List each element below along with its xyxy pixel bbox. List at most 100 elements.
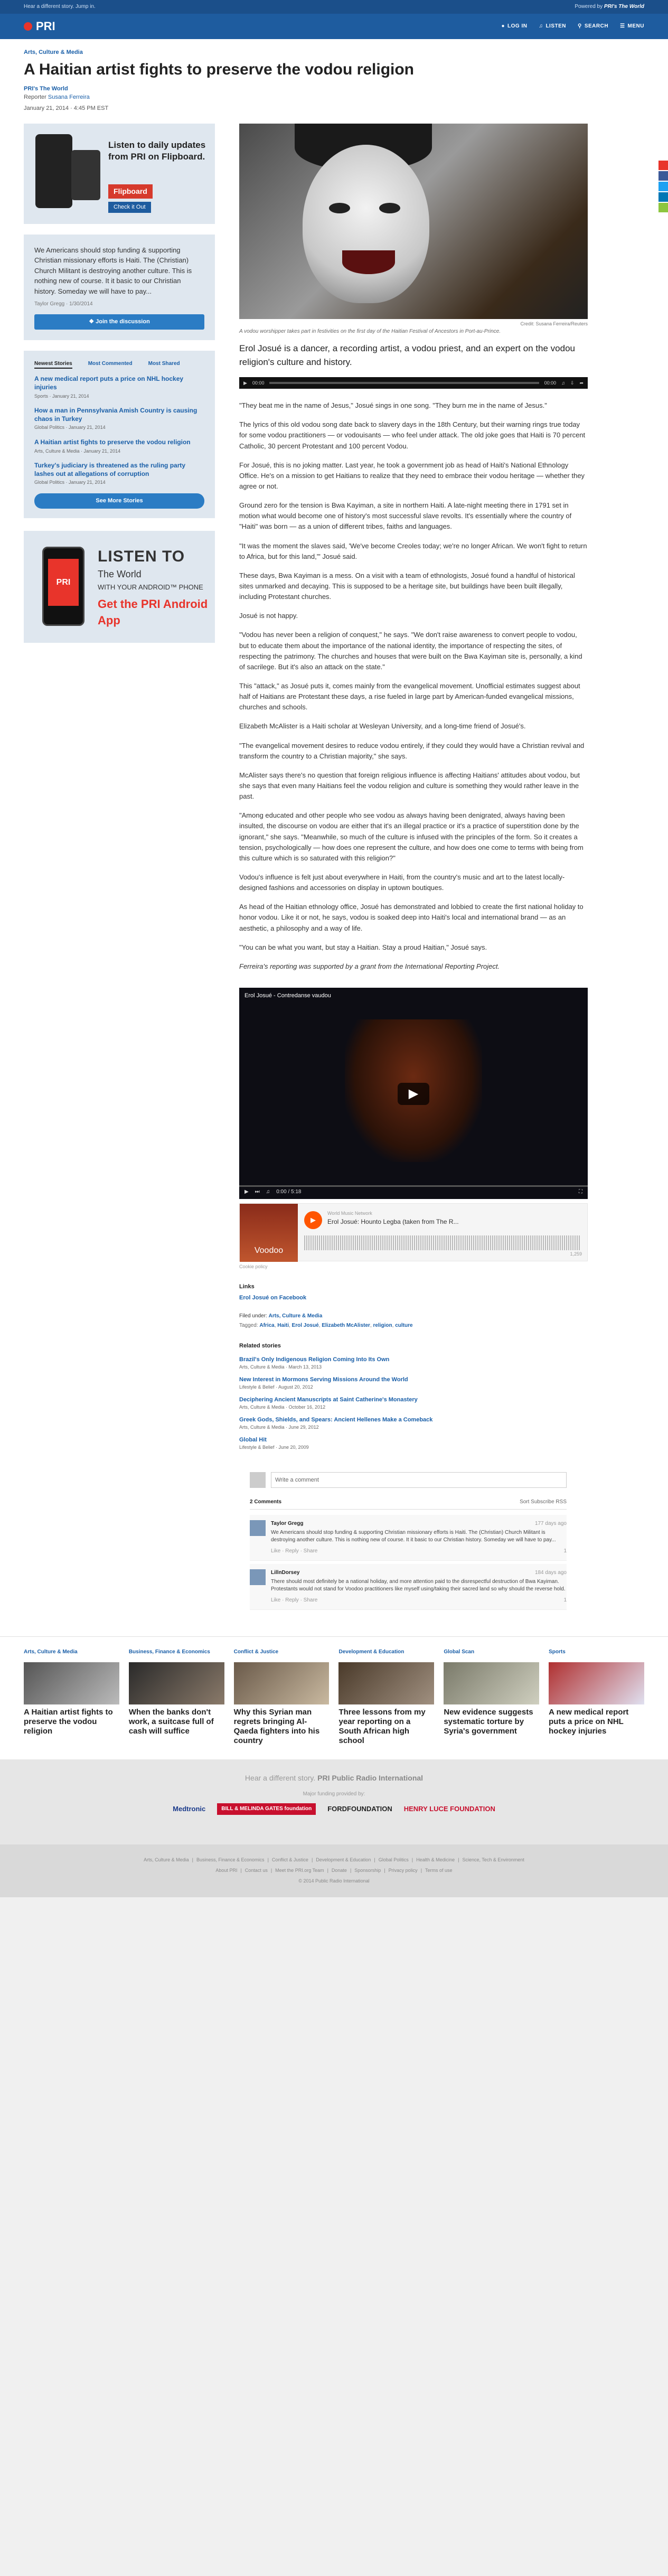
menu-button[interactable]: ☰ MENU [620, 23, 644, 30]
list-item[interactable]: Global Hit Lifestyle & Belief · June 20, … [239, 1436, 588, 1451]
related-title[interactable]: Global Hit [239, 1436, 588, 1444]
rail-card[interactable]: Sports A new medical report puts a price … [549, 1648, 644, 1746]
footer-logo[interactable]: PRI Public Radio International [317, 1774, 423, 1782]
rail-label[interactable]: Arts, Culture & Media [24, 1648, 119, 1662]
rail-label[interactable]: Sports [549, 1648, 644, 1662]
video-title[interactable]: Erol Josué - Contredanse vaudou [244, 992, 331, 1000]
rail-title[interactable]: New evidence suggests systematic torture… [444, 1708, 539, 1736]
search-button[interactable]: ⚲ SEARCH [578, 23, 608, 30]
video-next-icon[interactable]: ⏭ [255, 1188, 260, 1196]
comment-actions[interactable]: Like · Reply · Share [271, 1597, 317, 1604]
rail-card[interactable]: Global Scan New evidence suggests systema… [444, 1648, 540, 1746]
story-title[interactable]: Turkey's judiciary is threatened as the … [34, 462, 204, 478]
join-discussion-button[interactable]: ❖ Join the discussion [34, 314, 204, 330]
related-title[interactable]: New Interest in Mormons Serving Missions… [239, 1376, 588, 1384]
medtronic-logo[interactable]: Medtronic [173, 1804, 205, 1814]
tag-link[interactable]: culture [395, 1323, 412, 1328]
soundcloud-play-button[interactable]: ▶ [304, 1211, 322, 1229]
login-button[interactable]: ● LOG IN [501, 23, 527, 30]
rail-image[interactable] [338, 1662, 435, 1704]
tab-most-shared[interactable]: Most Shared [148, 360, 180, 369]
comment-actions[interactable]: Like · Reply · Share [271, 1548, 317, 1555]
footer-link[interactable]: Sponsorship [354, 1868, 381, 1873]
the-world-logo[interactable]: PRI's The World [604, 4, 644, 10]
tag-link[interactable]: Erol Josué [292, 1323, 319, 1328]
rail-title[interactable]: A new medical report puts a price on NHL… [549, 1708, 644, 1736]
soundcloud-user[interactable]: World Music Network [327, 1210, 372, 1217]
list-item[interactable]: A new medical report puts a price on NHL… [34, 375, 204, 399]
rail-label[interactable]: Business, Finance & Economics [129, 1648, 224, 1662]
footer-link[interactable]: Development & Education [316, 1857, 371, 1862]
footer-link[interactable]: About PRI [215, 1868, 237, 1873]
footer-link[interactable]: Donate [332, 1868, 347, 1873]
story-title[interactable]: How a man in Pennsylvania Amish Country … [34, 407, 204, 423]
rail-image[interactable] [128, 1662, 224, 1704]
twitter-icon[interactable] [658, 182, 668, 191]
story-title[interactable]: A Haitian artist fights to preserve the … [34, 438, 204, 447]
footer-link[interactable]: Privacy policy [389, 1868, 418, 1873]
rail-card[interactable]: Business, Finance & Economics When the ba… [128, 1648, 224, 1746]
gates-foundation-logo[interactable]: BILL & MELINDA GATES foundation [217, 1803, 316, 1815]
tag-link[interactable]: Africa [259, 1323, 274, 1328]
comment-input[interactable]: Write a comment [271, 1472, 567, 1488]
rail-title[interactable]: When the banks don't work, a suitcase fu… [129, 1708, 224, 1736]
story-title[interactable]: A new medical report puts a price on NHL… [34, 375, 204, 391]
rail-label[interactable]: Global Scan [444, 1648, 539, 1662]
list-item[interactable]: New Interest in Mormons Serving Missions… [239, 1376, 588, 1391]
tab-newest[interactable]: Newest Stories [34, 360, 72, 369]
comment-author[interactable]: Taylor Gregg [271, 1520, 304, 1528]
footer-link[interactable]: Business, Finance & Economics [196, 1857, 265, 1862]
list-item[interactable]: Greek Gods, Shields, and Spears: Ancient… [239, 1416, 588, 1431]
video-volume-icon[interactable]: ♫ [266, 1188, 270, 1196]
pri-logo[interactable]: PRI [24, 18, 55, 35]
list-item[interactable]: Deciphering Ancient Manuscripts at Saint… [239, 1396, 588, 1411]
footer-link[interactable]: Arts, Culture & Media [144, 1857, 189, 1862]
tab-most-commented[interactable]: Most Commented [88, 360, 133, 369]
audio-progress-bar[interactable] [269, 382, 539, 385]
reporter-link[interactable]: Susana Ferreira [48, 94, 90, 100]
list-item[interactable]: Turkey's judiciary is threatened as the … [34, 462, 204, 486]
rail-card[interactable]: Conflict & Justice Why this Syrian man re… [233, 1648, 330, 1746]
related-title[interactable]: Brazil's Only Indigenous Religion Coming… [239, 1356, 588, 1364]
soundcloud-track[interactable]: Erol Josué: Hounto Legba (taken from The… [327, 1217, 459, 1226]
list-item[interactable]: A Haitian artist fights to preserve the … [34, 438, 204, 454]
section-label[interactable]: Arts, Culture & Media [24, 39, 644, 57]
rail-image[interactable] [444, 1662, 540, 1704]
luce-foundation-logo[interactable]: HENRY LUCE FOUNDATION [404, 1804, 495, 1814]
fullscreen-icon[interactable]: ⛶ [579, 1188, 582, 1196]
rail-image[interactable] [24, 1662, 119, 1704]
footer-link[interactable]: Science, Tech & Environment [462, 1857, 524, 1862]
rail-card[interactable]: Arts, Culture & Media A Haitian artist fi… [24, 1648, 119, 1746]
volume-icon[interactable]: ♫ [561, 380, 565, 387]
facebook-icon[interactable] [658, 171, 668, 181]
rail-card[interactable]: Development & Education Three lessons fro… [338, 1648, 435, 1746]
footer-link[interactable]: Global Politics [379, 1857, 409, 1862]
share-icon[interactable]: ➦ [579, 380, 584, 387]
rail-image[interactable] [549, 1662, 644, 1704]
related-title[interactable]: Deciphering Ancient Manuscripts at Saint… [239, 1396, 588, 1404]
share-email-icon[interactable] [658, 161, 668, 170]
download-icon[interactable]: ⇩ [570, 380, 575, 387]
rail-label[interactable]: Development & Education [338, 1648, 434, 1662]
linkedin-icon[interactable] [658, 192, 668, 202]
related-title[interactable]: Greek Gods, Shields, and Spears: Ancient… [239, 1416, 588, 1424]
comment-votes[interactable]: 1 [563, 1548, 567, 1555]
ford-foundation-logo[interactable]: FORDFOUNDATION [327, 1804, 392, 1814]
play-icon[interactable]: ▶ [243, 380, 247, 387]
rail-title[interactable]: A Haitian artist fights to preserve the … [24, 1708, 119, 1736]
video-play-button[interactable]: ▶ [398, 1082, 429, 1105]
cookie-policy-link[interactable]: Cookie policy [239, 1263, 588, 1270]
video-progress-bar[interactable] [239, 1185, 588, 1187]
comment-votes[interactable]: 1 [563, 1597, 567, 1604]
android-app-ad[interactable]: PRI LISTEN TO The World WITH YOUR ANDROI… [24, 531, 215, 643]
facebook-link[interactable]: Erol Josué on Facebook [239, 1294, 588, 1302]
footer-link[interactable]: Meet the PRI.org Team [275, 1868, 324, 1873]
comment-author[interactable]: LillnDorsey [271, 1569, 299, 1577]
rail-title[interactable]: Three lessons from my year reporting on … [338, 1708, 434, 1746]
tag-link[interactable]: Elizabeth McAlister [322, 1323, 370, 1328]
flipboard-ad[interactable]: Listen to daily updates from PRI on Flip… [24, 123, 215, 224]
brand-logo[interactable]: PRI's The World [24, 86, 68, 92]
rail-title[interactable]: Why this Syrian man regrets bringing Al-… [234, 1708, 330, 1746]
footer-link[interactable]: Conflict & Justice [272, 1857, 308, 1862]
list-item[interactable]: Brazil's Only Indigenous Religion Coming… [239, 1356, 588, 1371]
